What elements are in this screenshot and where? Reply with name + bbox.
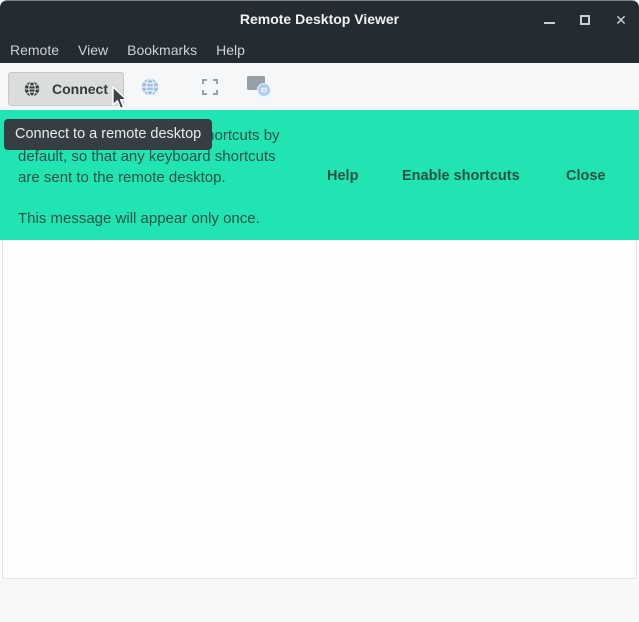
menu-view[interactable]: View [78, 42, 108, 58]
close-icon: ✕ [615, 13, 627, 27]
banner-note: This message will appear only once. [18, 210, 260, 227]
take-screenshot-icon[interactable] [246, 74, 274, 99]
minimize-icon [544, 22, 555, 24]
window-controls: ✕ [542, 1, 639, 38]
close-button[interactable]: ✕ [614, 13, 628, 27]
globe-disabled-icon[interactable] [141, 78, 159, 96]
menubar: Remote View Bookmarks Help [0, 37, 639, 63]
banner-message-line3: are sent to the remote desktop. [18, 169, 226, 186]
enable-shortcuts-button[interactable]: Enable shortcuts [402, 168, 520, 184]
minimize-button[interactable] [542, 13, 556, 27]
toolbar: Connect [0, 63, 639, 110]
fullscreen-icon[interactable] [201, 78, 219, 96]
maximize-button[interactable] [578, 13, 592, 27]
mouse-cursor-icon [111, 86, 131, 112]
menu-help[interactable]: Help [216, 42, 245, 58]
banner-close-button[interactable]: Close [566, 168, 606, 184]
connect-button-label: Connect [52, 81, 108, 97]
maximize-icon [580, 15, 590, 25]
statusbar [0, 580, 639, 622]
banner-help-button[interactable]: Help [327, 168, 358, 184]
titlebar: Remote Desktop Viewer ✕ [0, 0, 639, 37]
remote-desktop-viewer-window: Remote Desktop Viewer ✕ Remote View Book… [0, 0, 639, 622]
menu-bookmarks[interactable]: Bookmarks [127, 42, 197, 58]
globe-icon [24, 81, 40, 97]
banner-message-line2: default, so that any keyboard shortcuts [18, 148, 276, 165]
connect-tooltip: Connect to a remote desktop [4, 119, 212, 150]
remote-view-area [2, 240, 637, 579]
menu-remote[interactable]: Remote [10, 42, 59, 58]
connect-button[interactable]: Connect [8, 72, 124, 106]
